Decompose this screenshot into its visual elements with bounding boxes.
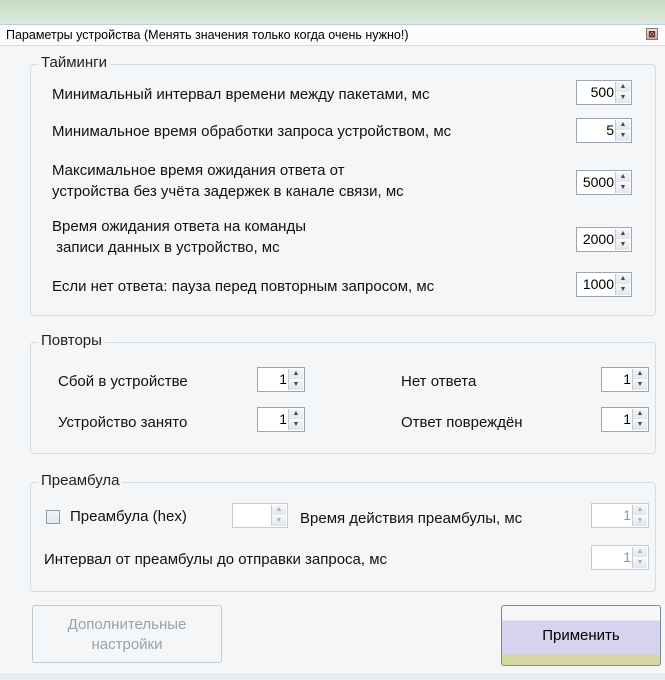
apply-button[interactable]: Применить — [501, 605, 661, 666]
advanced-settings-label-line1: Дополнительные — [67, 616, 187, 633]
device-parameters-window: Параметры устройства (Менять значения то… — [0, 0, 665, 680]
spin-down-icon[interactable]: ▼ — [633, 380, 647, 390]
close-icon[interactable]: ⊠ — [646, 28, 658, 40]
preamble-interval-spinner: 1 ▲ ▼ — [591, 545, 649, 570]
response-damaged-label: Ответ повреждён — [401, 414, 523, 431]
spinner-arrows: ▲ ▼ — [632, 547, 647, 568]
spin-down-icon[interactable]: ▼ — [289, 420, 303, 430]
spin-down-icon[interactable]: ▼ — [616, 240, 630, 250]
preamble-duration-spinner: 1 ▲ ▼ — [591, 503, 649, 528]
spin-up-icon[interactable]: ▲ — [633, 369, 647, 379]
min-request-processing-label: Минимальное время обработки запроса устр… — [52, 123, 452, 140]
apply-button-label: Применить — [542, 627, 620, 644]
device-busy-label: Устройство занято — [58, 414, 188, 431]
preamble-hex-label[interactable]: Преамбула (hex) — [70, 507, 187, 527]
write-response-wait-spinner[interactable]: 2000 ▲ ▼ — [576, 227, 632, 252]
preamble-interval-label: Интервал от преамбулы до отправки запрос… — [44, 551, 388, 568]
spin-up-icon[interactable]: ▲ — [633, 409, 647, 419]
preamble-hex-checkbox[interactable] — [46, 510, 60, 524]
retries-group — [30, 342, 656, 454]
spinner-arrows[interactable]: ▲ ▼ — [632, 409, 647, 430]
retries-legend: Повторы — [38, 332, 105, 349]
spin-up-icon[interactable]: ▲ — [289, 369, 303, 379]
device-busy-spinner[interactable]: 1 ▲ ▼ — [257, 407, 305, 432]
spin-up-icon[interactable]: ▲ — [616, 82, 630, 92]
spin-up-icon[interactable]: ▲ — [616, 274, 630, 284]
spinner-arrows[interactable]: ▲ ▼ — [632, 369, 647, 390]
write-response-wait-label-line2: записи данных в устройство, мс — [52, 239, 280, 256]
preamble-legend: Преамбула — [38, 472, 123, 489]
spin-down-icon[interactable]: ▼ — [616, 93, 630, 103]
retry-pause-label: Если нет ответа: пауза перед повторным з… — [52, 278, 435, 295]
window-top-band — [0, 0, 665, 24]
spin-down-icon[interactable]: ▼ — [633, 420, 647, 430]
spinner-value: 5 — [606, 122, 614, 138]
advanced-settings-label-line2: настройки — [91, 636, 163, 653]
preamble-group — [30, 482, 656, 592]
write-response-wait-label-line1: Время ожидания ответа на команды — [52, 218, 307, 235]
spinner-arrows[interactable]: ▲ ▼ — [615, 274, 630, 295]
timings-legend: Тайминги — [38, 54, 111, 71]
max-response-wait-label-line2: устройства без учёта задержек в канале с… — [52, 183, 404, 200]
spinner-value: 500 — [590, 84, 614, 100]
spinner-arrows: ▲ ▼ — [271, 505, 286, 526]
spin-up-icon[interactable]: ▲ — [616, 120, 630, 130]
preamble-duration-label: Время действия преамбулы, мс — [300, 510, 523, 527]
spin-down-icon[interactable]: ▼ — [616, 285, 630, 295]
spin-up-icon: ▲ — [272, 505, 286, 515]
spin-down-icon: ▼ — [633, 516, 647, 526]
advanced-settings-button: Дополнительные настройки — [32, 605, 222, 663]
spinner-arrows[interactable]: ▲ ▼ — [615, 120, 630, 141]
response-damaged-spinner[interactable]: 1 ▲ ▼ — [601, 407, 649, 432]
no-response-spinner[interactable]: 1 ▲ ▼ — [601, 367, 649, 392]
window-bottom-edge — [0, 673, 665, 680]
spinner-value: 1 — [623, 371, 631, 387]
min-packet-interval-spinner[interactable]: 500 ▲ ▼ — [576, 80, 632, 105]
spinner-arrows[interactable]: ▲ ▼ — [615, 229, 630, 250]
spin-down-icon[interactable]: ▼ — [616, 183, 630, 193]
device-failure-spinner[interactable]: 1 ▲ ▼ — [257, 367, 305, 392]
retry-pause-spinner[interactable]: 1000 ▲ ▼ — [576, 272, 632, 297]
spin-down-icon[interactable]: ▼ — [289, 380, 303, 390]
spin-down-icon[interactable]: ▼ — [616, 131, 630, 141]
spinner-value: 1 — [623, 549, 631, 565]
max-response-wait-spinner[interactable]: 5000 ▲ ▼ — [576, 170, 632, 195]
spin-up-icon: ▲ — [633, 547, 647, 557]
spin-down-icon: ▼ — [272, 516, 286, 526]
window-title: Параметры устройства (Менять значения то… — [6, 28, 409, 42]
spinner-arrows[interactable]: ▲ ▼ — [288, 369, 303, 390]
spinner-value: 5000 — [582, 174, 614, 190]
spin-down-icon: ▼ — [633, 558, 647, 568]
spinner-arrows: ▲ ▼ — [632, 505, 647, 526]
spinner-value: 2000 — [582, 231, 614, 247]
spinner-value: 1 — [279, 371, 287, 387]
max-response-wait-label-line1: Максимальное время ожидания ответа от — [52, 162, 345, 179]
spinner-value: 1000 — [582, 276, 614, 292]
spinner-value: 1 — [623, 507, 631, 523]
spinner-arrows[interactable]: ▲ ▼ — [288, 409, 303, 430]
title-bar: Параметры устройства (Менять значения то… — [0, 24, 665, 46]
spinner-value: 1 — [623, 411, 631, 427]
spinner-value: 1 — [279, 411, 287, 427]
spin-up-icon[interactable]: ▲ — [616, 229, 630, 239]
min-packet-interval-label: Минимальный интервал времени между пакет… — [52, 86, 430, 103]
spinner-arrows[interactable]: ▲ ▼ — [615, 172, 630, 193]
spin-up-icon[interactable]: ▲ — [616, 172, 630, 182]
spin-up-icon: ▲ — [633, 505, 647, 515]
min-request-processing-spinner[interactable]: 5 ▲ ▼ — [576, 118, 632, 143]
no-response-label: Нет ответа — [401, 373, 477, 390]
spin-up-icon[interactable]: ▲ — [289, 409, 303, 419]
device-failure-label: Сбой в устройстве — [58, 373, 188, 390]
preamble-hex-spinner: ▲ ▼ — [232, 503, 288, 528]
spinner-arrows[interactable]: ▲ ▼ — [615, 82, 630, 103]
